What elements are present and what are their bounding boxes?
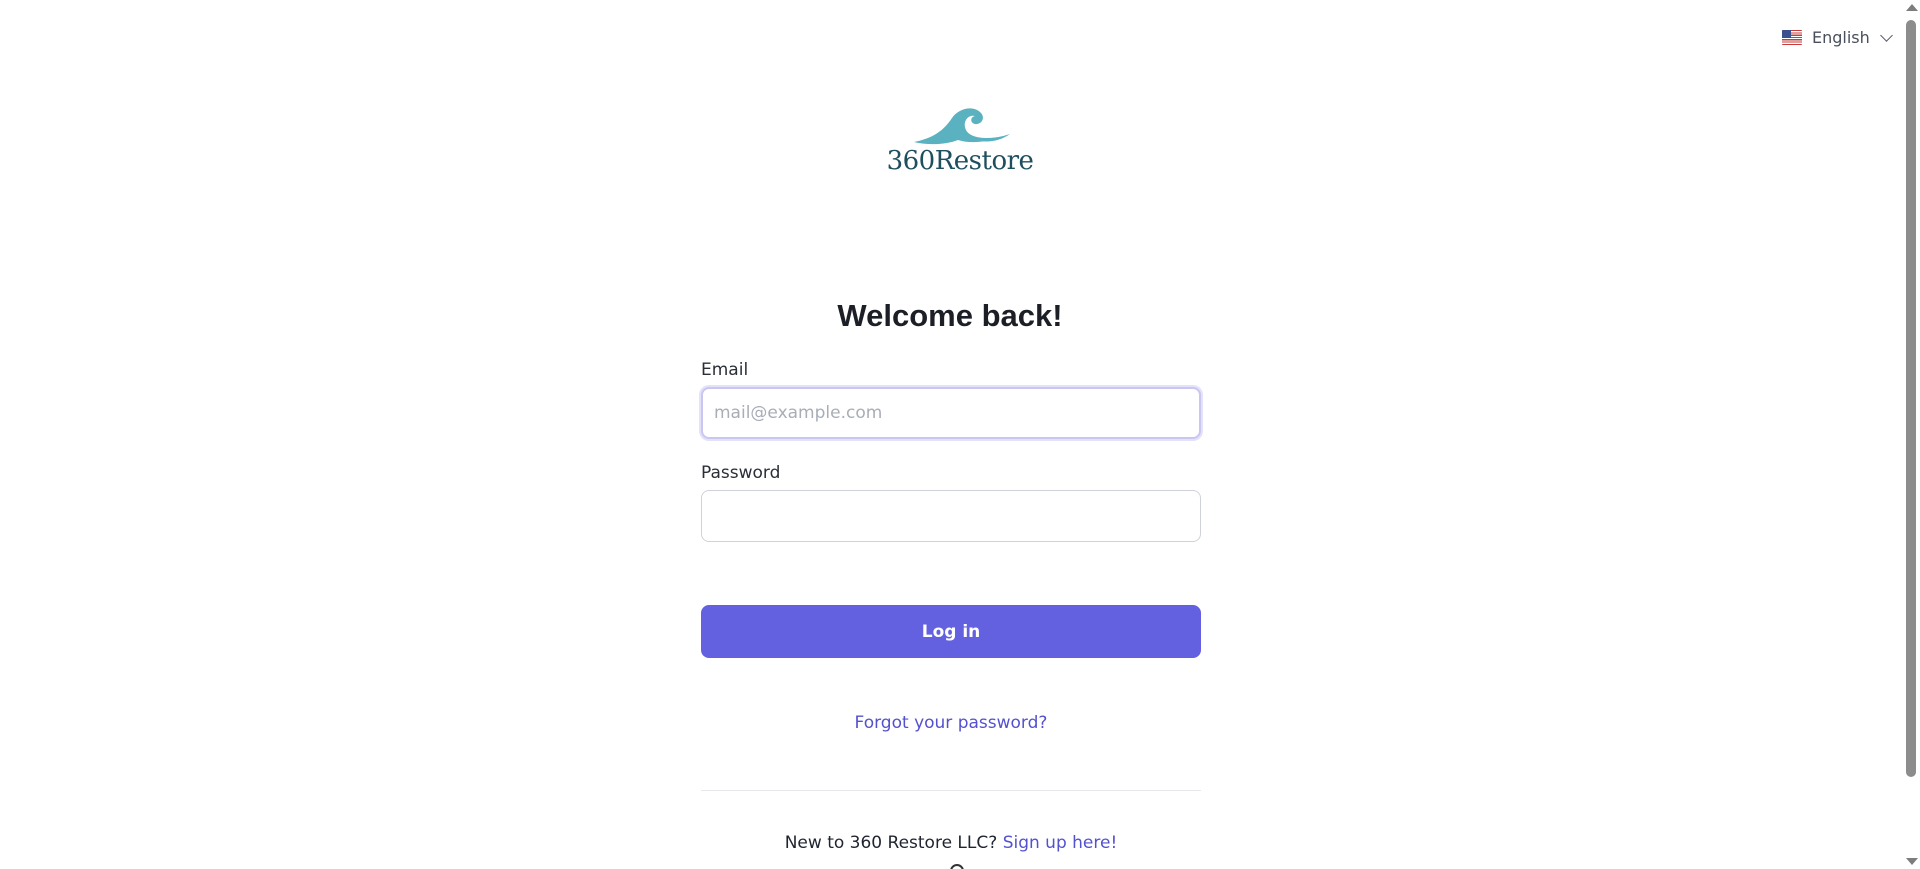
email-label: Email — [701, 360, 749, 380]
scrollbar-thumb[interactable] — [1906, 20, 1916, 777]
password-label: Password — [701, 463, 781, 483]
email-field[interactable] — [701, 387, 1201, 439]
divider — [701, 790, 1201, 791]
logo-text: 360Restore — [886, 146, 1034, 176]
scroll-down-icon[interactable] — [1906, 858, 1918, 865]
partial-icon — [950, 864, 964, 869]
login-button[interactable]: Log in — [701, 605, 1201, 658]
signup-link[interactable]: Sign up here! — [1003, 833, 1118, 853]
signup-prompt-text: New to 360 Restore LLC? — [784, 833, 998, 853]
us-flag-icon — [1782, 30, 1802, 45]
company-logo: 360Restore — [880, 100, 1040, 200]
login-form: Email Password — [701, 360, 1201, 542]
login-page: English 360Restore Welcome back! Email P… — [0, 0, 1920, 869]
password-field[interactable] — [701, 490, 1201, 542]
chevron-down-icon — [1879, 28, 1893, 42]
language-label: English — [1812, 28, 1870, 47]
vertical-scrollbar[interactable] — [1903, 0, 1920, 869]
wave-logo-icon — [914, 108, 1010, 145]
signup-prompt: New to 360 Restore LLC? Sign up here! — [701, 833, 1201, 853]
scroll-up-icon[interactable] — [1906, 4, 1918, 11]
language-selector[interactable]: English — [1782, 28, 1893, 47]
page-title: Welcome back! — [837, 298, 1063, 333]
forgot-password-link[interactable]: Forgot your password? — [701, 713, 1201, 733]
